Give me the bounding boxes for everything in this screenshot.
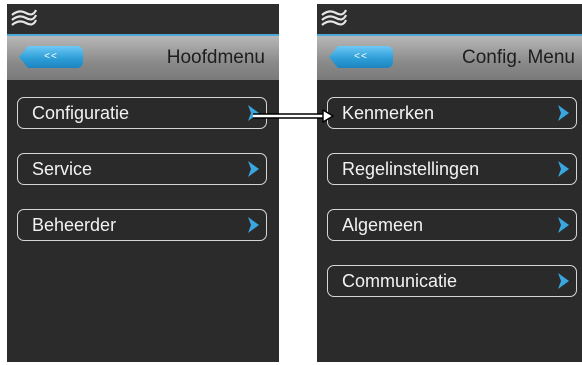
menu-item-configuratie[interactable]: Configuratie: [17, 97, 267, 129]
chevron-right-icon: [558, 105, 569, 121]
menu-item-communicatie[interactable]: Communicatie: [327, 265, 577, 297]
menu-item-label: Kenmerken: [342, 103, 435, 123]
menu-item-kenmerken[interactable]: Kenmerken: [327, 97, 577, 129]
menu-item-beheerder[interactable]: Beheerder: [17, 209, 267, 241]
page-title: Config. Menu: [461, 47, 575, 68]
menu-item-label: Algemeen: [342, 215, 424, 235]
wave-logo-icon: [321, 9, 348, 26]
header-bar: << Config. Menu: [317, 36, 582, 80]
chevron-right-icon: [248, 217, 259, 233]
arrow-right-icon: [253, 109, 334, 123]
menu-item-label: Communicatie: [342, 271, 458, 291]
menu-item-label: Beheerder: [32, 215, 117, 235]
chevron-right-icon: [558, 161, 569, 177]
page-title: Hoofdmenu: [166, 47, 265, 68]
wave-logo-icon: [11, 9, 38, 26]
menu-item-label: Regelinstellingen: [342, 159, 480, 179]
menu-item-label: Configuratie: [32, 103, 130, 123]
back-button[interactable]: <<: [19, 46, 83, 68]
chevron-right-icon: [248, 161, 259, 177]
top-bar: [317, 4, 582, 34]
menu-item-regelinstellingen[interactable]: Regelinstellingen: [327, 153, 577, 185]
chevron-right-icon: [558, 273, 569, 289]
chevron-right-icon: [558, 217, 569, 233]
screen-hoofdmenu: << Hoofdmenu Configuratie Service Beheer…: [7, 4, 279, 362]
screen-config-menu: << Config. Menu Kenmerken Regelinstellin…: [317, 4, 582, 362]
menu-item-service[interactable]: Service: [17, 153, 267, 185]
menu-item-label: Service: [32, 159, 93, 179]
menu-item-algemeen[interactable]: Algemeen: [327, 209, 577, 241]
back-button[interactable]: <<: [329, 46, 393, 68]
top-bar: [7, 4, 279, 34]
header-bar: << Hoofdmenu: [7, 36, 279, 80]
